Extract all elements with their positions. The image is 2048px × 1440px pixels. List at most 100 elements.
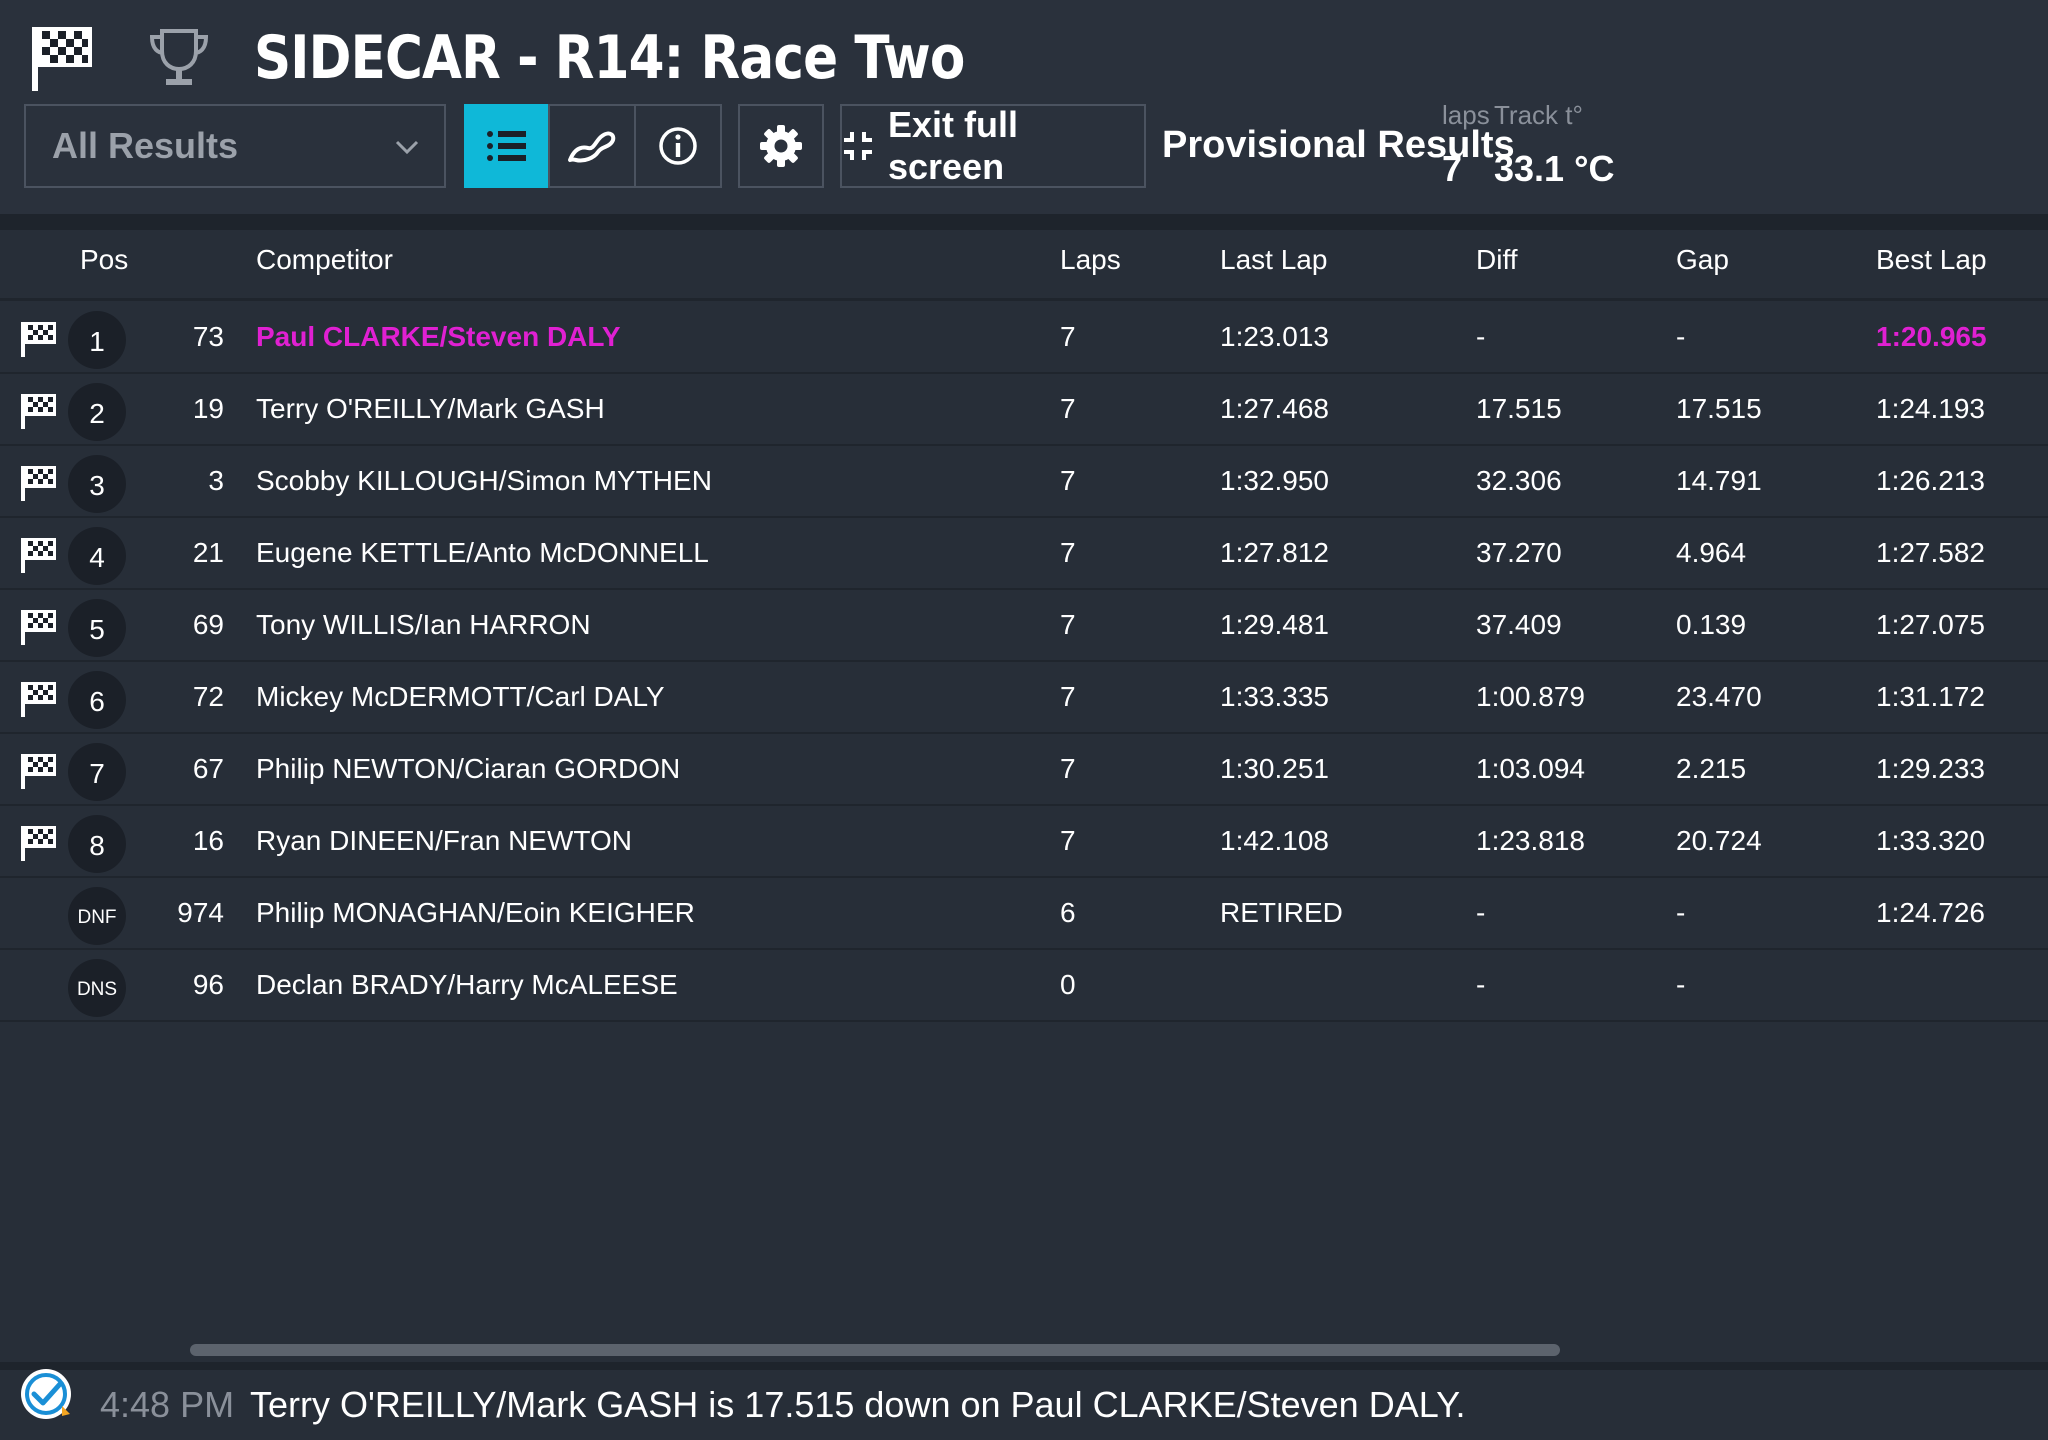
best-lap-cell: 1:27.075 — [1876, 609, 1985, 640]
compress-icon — [843, 132, 872, 160]
checkered-flag-icon — [21, 538, 56, 573]
race-number: 19 — [192, 393, 224, 424]
best-lap-cell: 1:31.172 — [1876, 681, 1985, 712]
gap-cell: 2.215 — [1676, 753, 1747, 784]
col-header-diff[interactable]: Diff — [1476, 244, 1518, 276]
diff-cell: 37.270 — [1476, 537, 1562, 568]
header-divider-line — [0, 298, 2048, 301]
table-row[interactable]: 6 72 Mickey McDERMOTT/Carl DALY 7 1:33.3… — [0, 662, 2048, 734]
col-header-last-lap[interactable]: Last Lap — [1220, 244, 1327, 276]
competitor-name[interactable]: Scobby KILLOUGH/Simon MYTHEN — [256, 446, 712, 516]
race-number: 96 — [192, 969, 224, 1000]
competitor-name[interactable]: Philip MONAGHAN/Eoin KEIGHER — [256, 878, 695, 948]
gap-cell: 20.724 — [1676, 825, 1762, 856]
list-view-button[interactable] — [464, 104, 550, 188]
laps-cell: 0 — [1060, 969, 1076, 1000]
competitor-name[interactable]: Declan BRADY/Harry McALEESE — [256, 950, 678, 1020]
trophy-icon[interactable] — [146, 25, 212, 91]
exit-full-screen-button[interactable]: Exit full screen — [840, 104, 1146, 188]
col-header-pos[interactable]: Pos — [80, 244, 128, 276]
best-lap-cell: 1:27.582 — [1876, 537, 1985, 568]
last-lap-cell: 1:27.468 — [1220, 393, 1329, 424]
position-badge: 7 — [68, 743, 126, 801]
checkered-flag-icon — [21, 826, 56, 861]
last-lap-cell: 1:32.950 — [1220, 465, 1329, 496]
table-row[interactable]: 4 21 Eugene KETTLE/Anto McDONNELL 7 1:27… — [0, 518, 2048, 590]
message-text: Terry O'REILLY/Mark GASH is 17.515 down … — [250, 1384, 1466, 1425]
position-badge: 6 — [68, 671, 126, 729]
diff-cell: 1:03.094 — [1476, 753, 1585, 784]
chevron-down-icon — [395, 140, 419, 155]
competitor-name[interactable]: Philip NEWTON/Ciaran GORDON — [256, 734, 680, 804]
competitor-name[interactable]: Tony WILLIS/Ian HARRON — [256, 590, 591, 660]
competitor-name[interactable]: Ryan DINEEN/Fran NEWTON — [256, 806, 632, 876]
results-filter-dropdown[interactable]: All Results — [24, 104, 446, 188]
laps-value: 7 — [1442, 148, 1463, 189]
competitor-name[interactable]: Mickey McDERMOTT/Carl DALY — [256, 662, 665, 732]
race-number: 974 — [177, 897, 224, 928]
checkered-flag-icon — [21, 682, 56, 717]
diff-cell: 17.515 — [1476, 393, 1562, 424]
diff-cell: - — [1476, 321, 1486, 352]
laps-cell: 7 — [1060, 537, 1076, 568]
last-lap-cell: 1:27.812 — [1220, 537, 1329, 568]
table-row[interactable]: 2 19 Terry O'REILLY/Mark GASH 7 1:27.468… — [0, 374, 2048, 446]
gap-cell: - — [1676, 897, 1686, 928]
position-badge: 4 — [68, 527, 126, 585]
diff-cell: 32.306 — [1476, 465, 1562, 496]
table-row[interactable]: 3 3 Scobby KILLOUGH/Simon MYTHEN 7 1:32.… — [0, 446, 2048, 518]
track-map-button[interactable] — [548, 104, 636, 188]
gap-cell: 17.515 — [1676, 393, 1762, 424]
last-lap-cell: 1:42.108 — [1220, 825, 1329, 856]
list-icon — [487, 131, 526, 161]
laps-cell: 7 — [1060, 393, 1076, 424]
checkered-flag-icon — [32, 27, 92, 91]
laps-cell: 7 — [1060, 825, 1076, 856]
race-number: 67 — [192, 753, 224, 784]
race-number: 16 — [192, 825, 224, 856]
header-divider — [0, 214, 2048, 230]
gap-cell: 14.791 — [1676, 465, 1762, 496]
race-number: 3 — [208, 465, 224, 496]
col-header-gap[interactable]: Gap — [1676, 244, 1729, 276]
competitor-name[interactable]: Paul CLARKE/Steven DALY — [256, 302, 621, 372]
diff-cell: 37.409 — [1476, 609, 1562, 640]
track-temp-value: 33.1 °C — [1494, 148, 1615, 189]
last-lap-cell: 1:30.251 — [1220, 753, 1329, 784]
competitor-name[interactable]: Eugene KETTLE/Anto McDONNELL — [256, 518, 709, 588]
speedhive-logo-icon — [21, 1369, 71, 1419]
horizontal-scrollbar[interactable] — [190, 1344, 1560, 1356]
last-lap-cell: RETIRED — [1220, 897, 1343, 928]
col-header-competitor[interactable]: Competitor — [256, 244, 393, 276]
info-icon — [659, 127, 697, 165]
track-map-icon — [568, 131, 616, 163]
info-button[interactable] — [634, 104, 722, 188]
last-lap-cell: 1:33.335 — [1220, 681, 1329, 712]
settings-button[interactable] — [738, 104, 824, 188]
table-row[interactable]: 5 69 Tony WILLIS/Ian HARRON 7 1:29.481 3… — [0, 590, 2048, 662]
diff-cell: - — [1476, 897, 1486, 928]
dropdown-selected-value: All Results — [52, 125, 239, 166]
table-row[interactable]: 8 16 Ryan DINEEN/Fran NEWTON 7 1:42.108 … — [0, 806, 2048, 878]
best-lap-cell: 1:24.193 — [1876, 393, 1985, 424]
checkered-flag-icon — [21, 394, 56, 429]
exit-full-screen-label: Exit full screen — [887, 104, 1018, 187]
table-row[interactable]: 1 73 Paul CLARKE/Steven DALY 7 1:23.013 … — [0, 302, 2048, 374]
table-row[interactable]: DNF 974 Philip MONAGHAN/Eoin KEIGHER 6 R… — [0, 878, 2048, 950]
gap-cell: 23.470 — [1676, 681, 1762, 712]
col-header-laps[interactable]: Laps — [1060, 244, 1121, 276]
checkered-flag-icon — [21, 610, 56, 645]
competitor-name[interactable]: Terry O'REILLY/Mark GASH — [256, 374, 605, 444]
table-row[interactable]: DNS 96 Declan BRADY/Harry McALEESE 0 - - — [0, 950, 2048, 1022]
position-badge: 3 — [68, 455, 126, 513]
laps-cell: 6 — [1060, 897, 1076, 928]
laps-cell: 7 — [1060, 681, 1076, 712]
table-row[interactable]: 7 67 Philip NEWTON/Ciaran GORDON 7 1:30.… — [0, 734, 2048, 806]
last-lap-cell: 1:29.481 — [1220, 609, 1329, 640]
best-lap-cell: 1:33.320 — [1876, 825, 1985, 856]
diff-cell: 1:23.818 — [1476, 825, 1585, 856]
gap-cell: - — [1676, 969, 1686, 1000]
laps-cell: 7 — [1060, 465, 1076, 496]
laps-label: laps — [1442, 100, 1490, 130]
col-header-best-lap[interactable]: Best Lap — [1876, 244, 1987, 276]
